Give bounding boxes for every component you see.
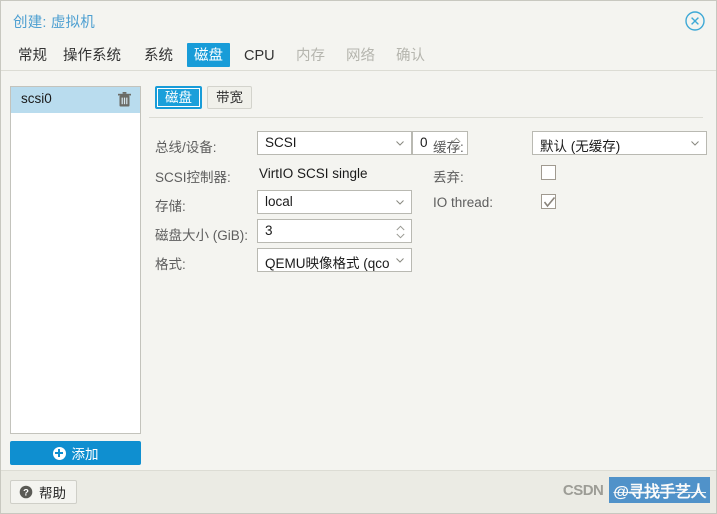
dialog-footer: ? 帮助 CSDN @寻找手艺人	[1, 470, 716, 513]
format-label: 格式:	[155, 257, 186, 272]
watermark-brand: CSDN	[562, 481, 604, 499]
discard-checkbox[interactable]	[541, 165, 556, 180]
add-button-label: 添加	[71, 447, 99, 462]
scsi-controller-label: SCSI控制器:	[155, 170, 231, 185]
list-item[interactable]: scsi0	[11, 87, 140, 113]
device-index-value: 0	[420, 135, 428, 150]
io-thread-checkbox[interactable]	[541, 194, 556, 209]
tab-confirm: 确认	[396, 48, 425, 64]
subtab-bandwidth[interactable]: 带宽	[207, 86, 252, 109]
storage-select-value: local	[265, 194, 293, 209]
close-icon[interactable]	[684, 10, 706, 32]
tab-disks[interactable]: 磁盘	[187, 43, 230, 67]
format-select[interactable]: QEMU映像格式 (qco	[257, 248, 412, 272]
bus-device-label: 总线/设备:	[155, 140, 217, 155]
watermark-user: @寻找手艺人	[609, 477, 710, 503]
disk-size-value: 3	[265, 223, 273, 238]
disk-settings-panel: 磁盘 带宽 总线/设备: SCSI 0 SCSI控制器: VirtIO SCSI…	[149, 86, 708, 470]
tab-memory: 内存	[296, 48, 325, 64]
tab-general[interactable]: 常规	[11, 43, 54, 67]
help-button-label: 帮助	[39, 486, 66, 501]
device-list: scsi0	[10, 86, 141, 434]
wizard-tabbar: 常规 操作系统 系统 磁盘 CPU 内存 网络 确认	[1, 40, 716, 71]
cache-select-value: 默认 (无缓存)	[540, 139, 621, 154]
disk-size-label: 磁盘大小 (GiB):	[155, 228, 248, 243]
check-icon	[543, 196, 556, 208]
subtab-divider	[149, 117, 703, 118]
cache-select[interactable]: 默认 (无缓存)	[532, 131, 707, 155]
device-label: scsi0	[21, 91, 52, 106]
tab-system[interactable]: 系统	[137, 43, 180, 67]
create-vm-dialog: 创建: 虚拟机 常规 操作系统 系统 磁盘 CPU 内存 网络 确认 scsi0	[0, 0, 717, 514]
bus-select-value: SCSI	[265, 135, 297, 150]
trash-icon[interactable]	[118, 92, 131, 107]
tab-network: 网络	[346, 48, 375, 64]
question-circle-icon: ?	[19, 485, 33, 499]
format-select-value: QEMU映像格式 (qco	[265, 256, 390, 271]
page-title: 创建: 虚拟机	[13, 15, 95, 31]
watermark: CSDN @寻找手艺人	[563, 477, 710, 503]
storage-select[interactable]: local	[257, 190, 412, 214]
chevron-down-icon	[396, 200, 404, 205]
help-button[interactable]: ? 帮助	[10, 480, 77, 504]
plus-circle-icon	[52, 446, 66, 460]
add-button[interactable]: 添加	[10, 441, 141, 465]
dialog-titlebar: 创建: 虚拟机	[1, 2, 716, 40]
discard-label: 丢弃:	[433, 170, 464, 185]
chevron-down-icon	[396, 258, 404, 263]
chevron-down-icon	[691, 141, 699, 146]
io-thread-label: IO thread:	[433, 195, 494, 210]
tab-cpu[interactable]: CPU	[237, 43, 282, 67]
spinner-arrows-icon[interactable]	[396, 225, 405, 239]
chevron-down-icon	[396, 141, 404, 146]
subtab-disk[interactable]: 磁盘	[155, 86, 202, 109]
disk-subtabs: 磁盘 带宽	[149, 86, 708, 118]
cache-label: 缓存:	[433, 140, 464, 155]
tab-os[interactable]: 操作系统	[56, 43, 128, 67]
storage-label: 存储:	[155, 199, 186, 214]
svg-text:?: ?	[23, 488, 29, 499]
bus-select[interactable]: SCSI	[257, 131, 412, 155]
disk-size-stepper[interactable]: 3	[257, 219, 412, 243]
scsi-controller-value: VirtIO SCSI single	[259, 166, 368, 181]
